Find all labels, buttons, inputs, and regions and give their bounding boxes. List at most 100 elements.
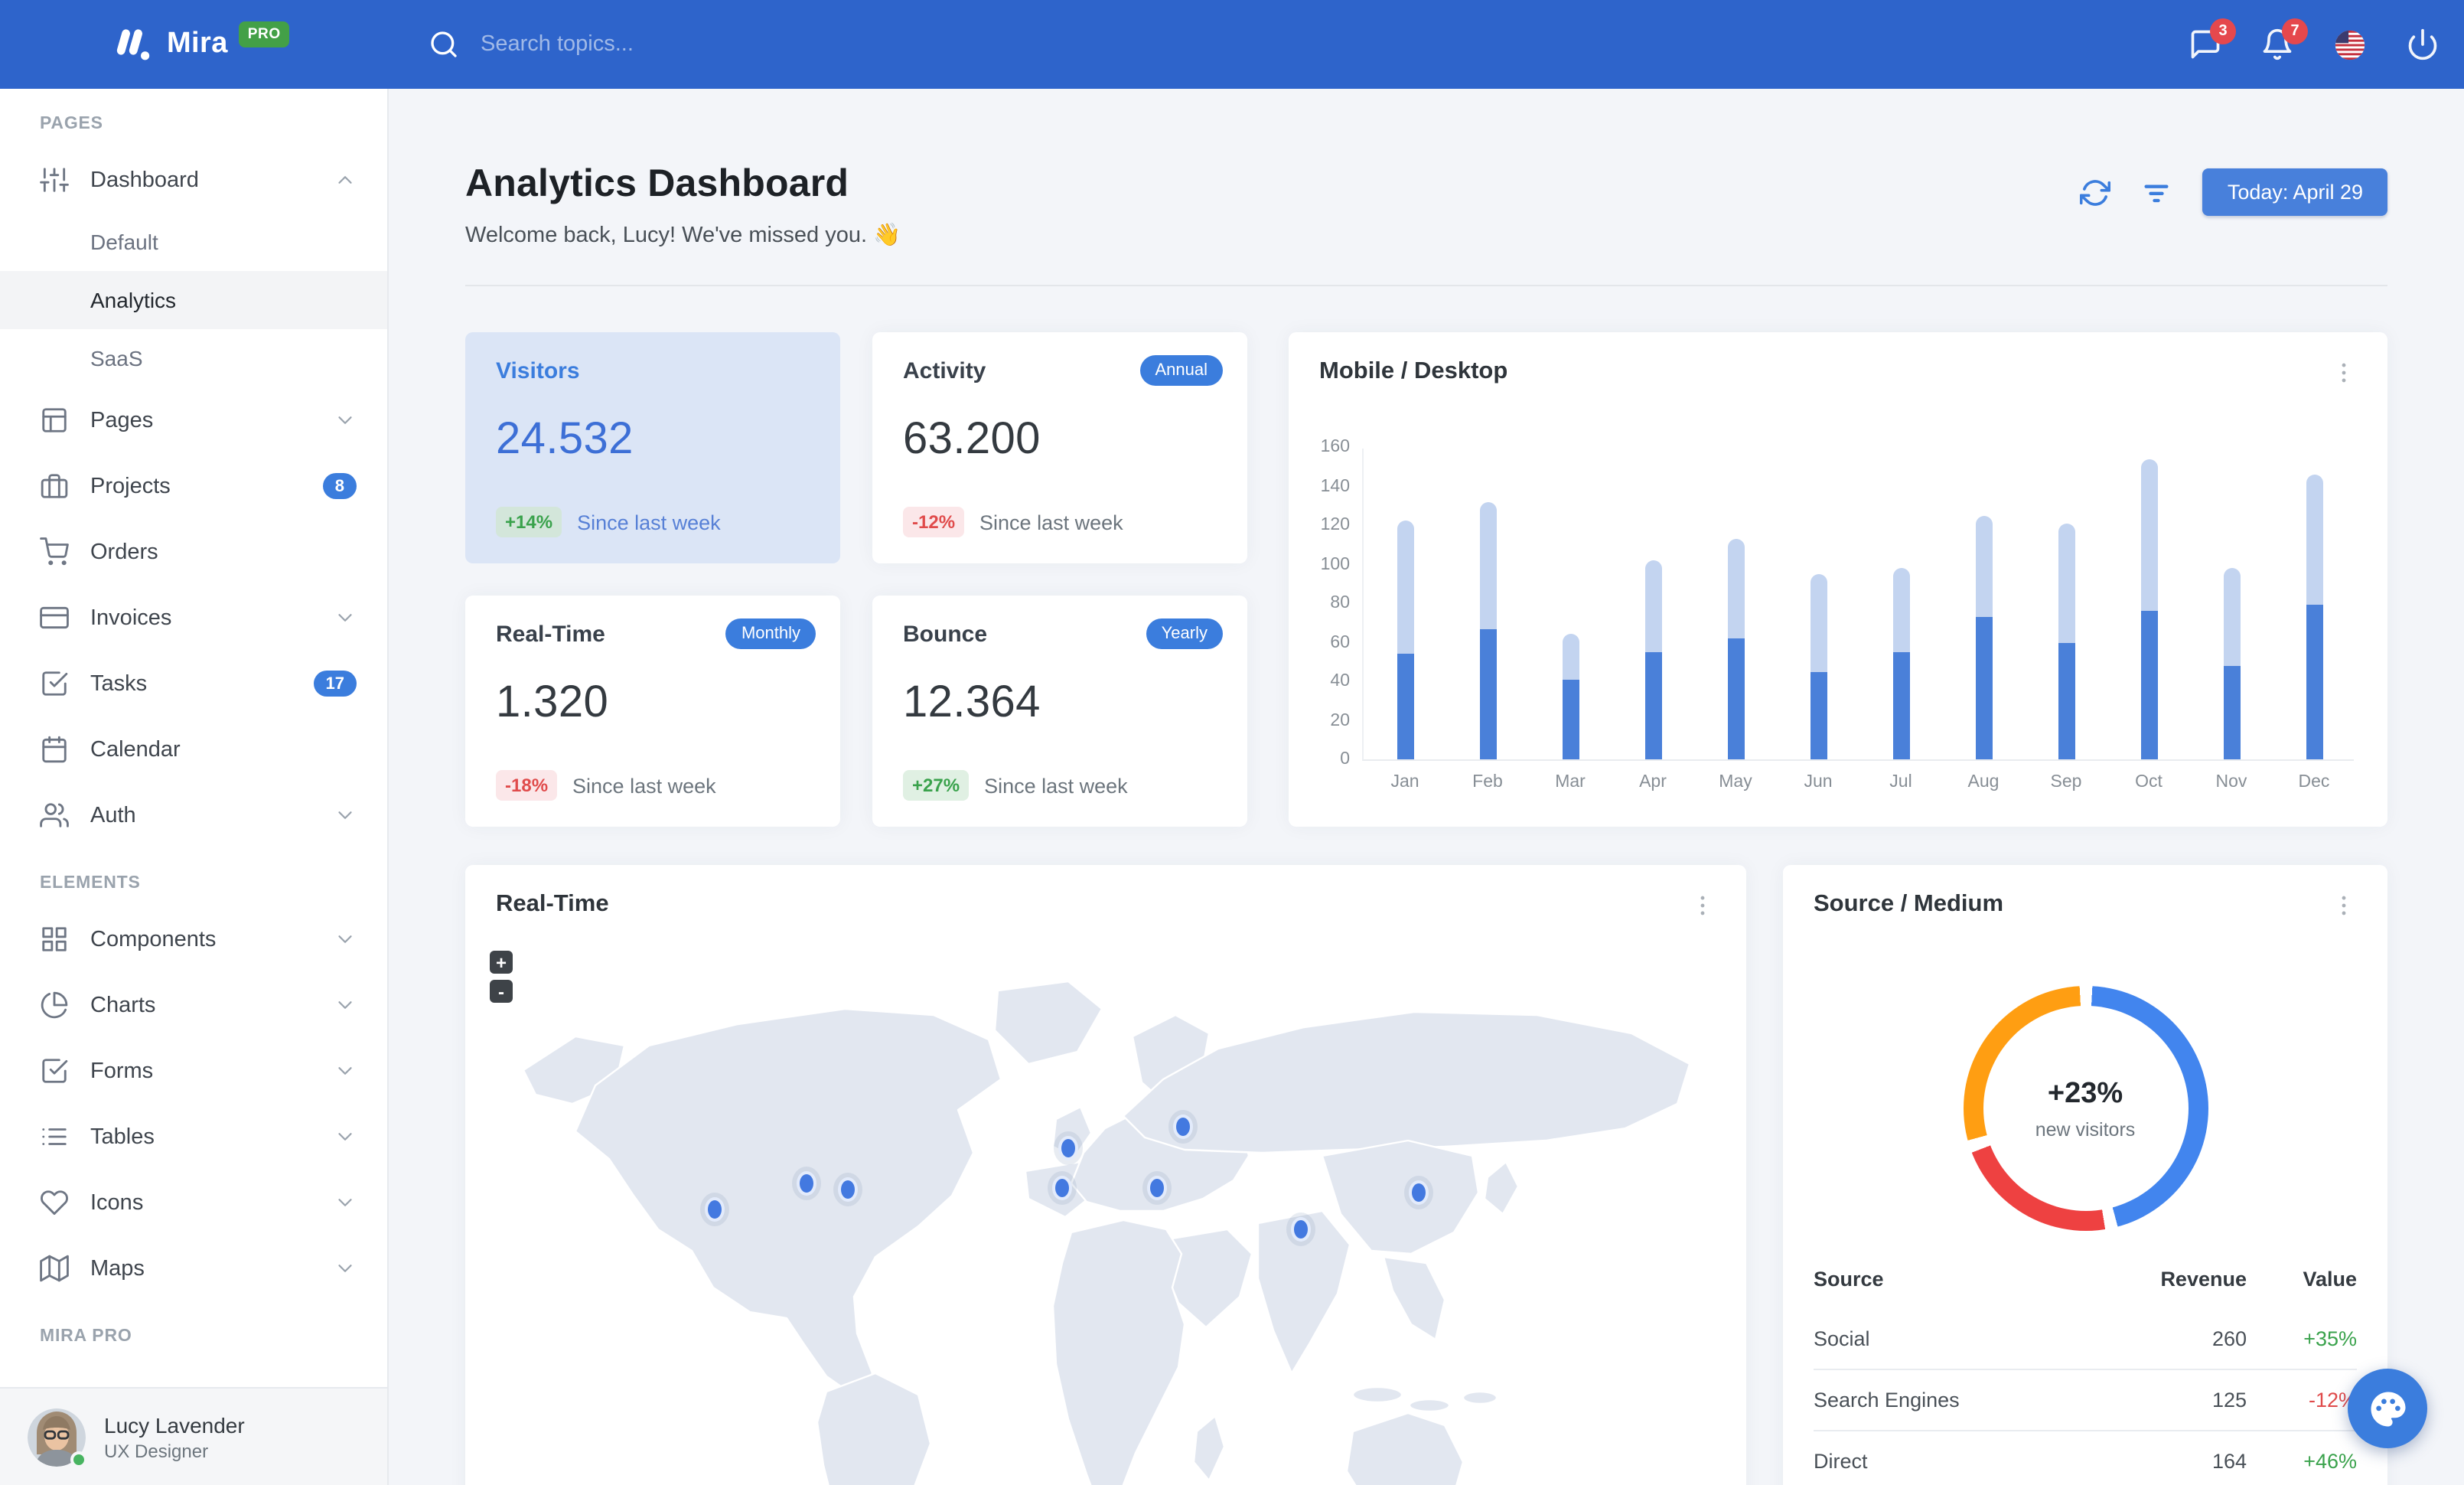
y-axis-tick: 0 [1340, 750, 1350, 769]
date-range-button[interactable]: Today: April 29 [2202, 168, 2387, 216]
stat-value: 63.200 [903, 415, 1041, 464]
sidebar-item-auth[interactable]: Auth [0, 782, 387, 848]
avatar [28, 1408, 87, 1467]
online-status-dot [70, 1451, 87, 1467]
sidebar-item-label: Forms [90, 1059, 154, 1083]
theme-settings-fab[interactable] [2348, 1369, 2427, 1448]
bar-segment-mobile [1562, 679, 1579, 759]
refresh-button[interactable] [2080, 177, 2111, 207]
pie-chart-icon [40, 991, 69, 1020]
sidebar-item-invoices[interactable]: Invoices [0, 585, 387, 651]
sidebar-item-calendar[interactable]: Calendar [0, 716, 387, 782]
search-input[interactable] [477, 31, 814, 58]
map-zoom-in-button[interactable]: + [490, 951, 513, 974]
brand[interactable]: Mira PRO [0, 21, 389, 61]
messages-button[interactable]: 3 [2189, 18, 2236, 61]
grid-icon [40, 925, 69, 954]
bar-jan [1397, 521, 1413, 759]
x-axis-label: Oct [2135, 773, 2163, 791]
sidebar-item-tasks[interactable]: Tasks 17 [0, 651, 387, 716]
map-zoom-controls: + - [490, 951, 513, 1003]
panel-menu-button[interactable] [2331, 892, 2357, 918]
x-axis-label: Sep [2050, 773, 2082, 791]
sidebar-item-tables[interactable]: Tables [0, 1104, 387, 1170]
visitor-location-marker [1058, 1135, 1079, 1160]
language-button[interactable] [2332, 27, 2368, 62]
bar-segment-mobile [1810, 671, 1827, 759]
chevron-down-icon [334, 994, 357, 1017]
bar-segment-mobile [2306, 605, 2322, 759]
us-flag-icon [2332, 27, 2368, 62]
cell-value: -12% [2308, 1389, 2357, 1412]
x-axis-label: Dec [2298, 773, 2330, 791]
sidebar-item-projects[interactable]: Projects 8 [0, 453, 387, 519]
sidebar-item-charts[interactable]: Charts [0, 972, 387, 1038]
x-axis-label: Jul [1889, 773, 1912, 791]
sidebar-item-dashboard[interactable]: Dashboard [0, 147, 387, 213]
sidebar-item-components[interactable]: Components [0, 906, 387, 972]
source-table-header: Source Revenue Value [1814, 1258, 2357, 1309]
count-badge: 8 [322, 473, 357, 499]
bar-dec [2306, 474, 2322, 759]
chevron-down-icon [334, 1191, 357, 1214]
visitor-location-marker [838, 1177, 859, 1202]
bar-segment-desktop [1892, 568, 1909, 652]
column-header: Source [1814, 1268, 1884, 1291]
pro-badge: PRO [238, 21, 290, 47]
cell-value: +46% [2303, 1450, 2357, 1473]
sidebar-item-icons[interactable]: Icons [0, 1170, 387, 1235]
panel-menu-button[interactable] [2331, 359, 2357, 385]
bar-segment-desktop [1644, 560, 1661, 652]
sidebar-user[interactable]: Lucy Lavender UX Designer [0, 1387, 387, 1485]
bar-segment-desktop [1562, 634, 1579, 680]
cell-revenue: 164 [2211, 1450, 2247, 1473]
top-navbar: Mira PRO 3 7 [0, 0, 2464, 89]
map-icon [40, 1254, 69, 1283]
sidebar-section-label: ELEMENTS [40, 874, 141, 893]
mobile-desktop-panel: Mobile / Desktop 0 20 40 60 80 100 120 140 160 Ja… [1289, 332, 2387, 827]
world-map[interactable] [465, 938, 1746, 1485]
layout-icon [40, 406, 69, 435]
chevron-up-icon [334, 168, 357, 191]
header-actions: Today: April 29 [2080, 168, 2387, 216]
sign-out-button[interactable] [2406, 28, 2440, 61]
y-axis-tick: 160 [1320, 438, 1350, 456]
stat-caption: Since last week [984, 774, 1128, 797]
sidebar-nav: PAGES Dashboard Default Analytics SaaS Pages P… [0, 89, 387, 1387]
check-square-icon [40, 1056, 69, 1085]
panel-menu-button[interactable] [1690, 892, 1716, 918]
bar-segment-mobile [2223, 665, 2240, 759]
filter-button[interactable] [2142, 177, 2172, 207]
x-axis-label: Nov [2215, 773, 2247, 791]
notifications-button[interactable]: 7 [2260, 18, 2308, 61]
map-zoom-out-button[interactable]: - [490, 980, 513, 1003]
bar-segment-desktop [2306, 474, 2322, 605]
sidebar-section-label: PAGES [40, 115, 103, 133]
power-icon [2406, 28, 2440, 61]
bar-segment-mobile [1479, 628, 1496, 759]
page-subtitle: Welcome back, Lucy! We've missed you. 👋 [465, 224, 901, 248]
sidebar-subitem-analytics[interactable]: Analytics [0, 271, 387, 329]
visitor-location-marker [705, 1197, 725, 1222]
chevron-down-icon [334, 1257, 357, 1280]
bar-mar [1562, 634, 1579, 759]
sidebar-subitem-default[interactable]: Default [0, 213, 387, 271]
delta-chip: -18% [496, 770, 558, 801]
stat-title: Visitors [496, 358, 580, 384]
sidebar-item-forms[interactable]: Forms [0, 1038, 387, 1104]
bar-segment-desktop [1727, 538, 1744, 638]
sidebar-item-pages[interactable]: Pages [0, 387, 387, 453]
palette-icon [2367, 1388, 2408, 1429]
bar-jul [1892, 568, 1909, 759]
sidebar-item-label: Auth [90, 803, 136, 827]
delta-chip: -12% [903, 507, 965, 537]
sidebar-item-maps[interactable]: Maps [0, 1235, 387, 1301]
y-axis-tick: 60 [1330, 633, 1350, 651]
sidebar-item-orders[interactable]: Orders [0, 519, 387, 585]
bar-chart: 0 20 40 60 80 100 120 140 160 Jan Feb Mar Apr May Jun J… [1321, 438, 2354, 791]
sidebar-subitem-saas[interactable]: SaaS [0, 329, 387, 387]
visitor-location-marker [1146, 1175, 1167, 1200]
page-title: Analytics Dashboard [465, 162, 849, 205]
chevron-down-icon [334, 1059, 357, 1082]
bar-jun [1810, 573, 1827, 759]
